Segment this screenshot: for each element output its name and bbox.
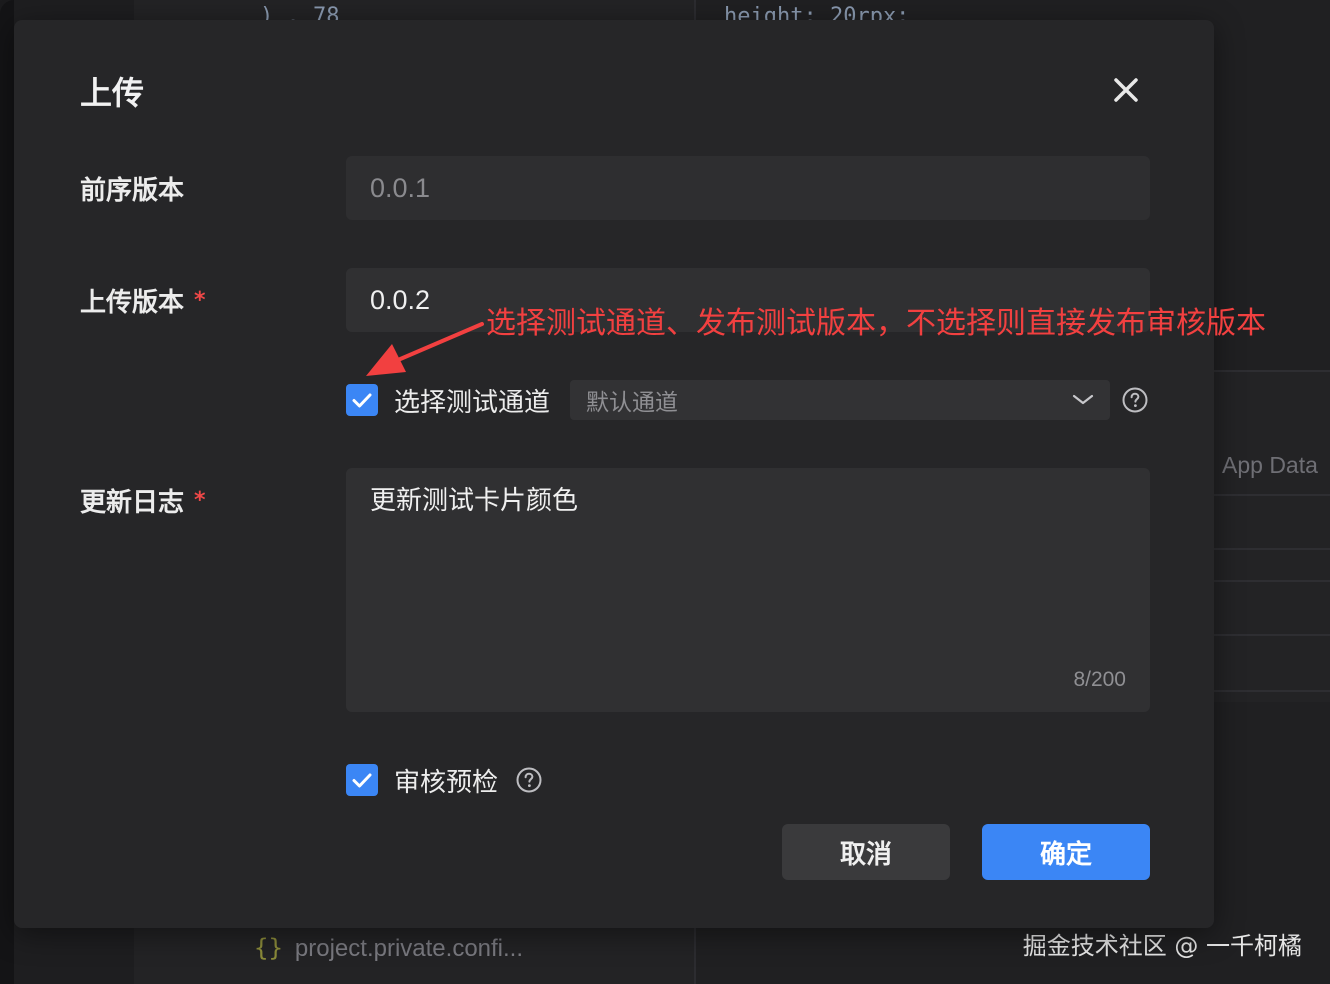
review-precheck-label[interactable]: 审核预检 — [394, 762, 498, 799]
upload-version-label-text: 上传版本 — [80, 288, 185, 318]
confirm-button[interactable]: 确定 — [982, 824, 1150, 880]
right-panel-divider — [1214, 494, 1330, 496]
test-channel-checkbox[interactable] — [346, 384, 378, 416]
screen: ) . 78 height: 20rpx; App Data {} project… — [0, 0, 1330, 984]
review-precheck-help-icon[interactable] — [516, 767, 542, 793]
previous-version-value: 0.0.1 — [370, 172, 431, 203]
close-button[interactable] — [1108, 72, 1144, 108]
upload-version-label: 上传版本 * — [80, 282, 206, 319]
test-channel-help-icon[interactable] — [1122, 387, 1148, 413]
changelog-label-text: 更新日志 — [80, 488, 185, 518]
changelog-value: 更新测试卡片颜色 — [370, 486, 579, 516]
right-panel — [1214, 370, 1330, 702]
window-edge — [0, 0, 15, 984]
changelog-textarea[interactable]: 更新测试卡片颜色 8/200 — [346, 468, 1150, 712]
required-mark: * — [194, 488, 206, 513]
right-panel-divider — [1214, 634, 1330, 636]
file-name: project.private.confi... — [294, 935, 524, 962]
file-tree-item[interactable]: {} project.private.confi... — [254, 934, 523, 963]
char-counter: 8/200 — [1073, 668, 1126, 691]
cancel-button[interactable]: 取消 — [782, 824, 950, 880]
checkmark-icon — [352, 393, 372, 408]
app-data-tab[interactable]: App Data — [1222, 452, 1318, 479]
right-panel-divider — [1214, 580, 1330, 582]
close-icon — [1114, 78, 1138, 102]
chevron-down-icon — [1072, 394, 1094, 405]
right-panel-divider — [1214, 548, 1330, 550]
watermark: 掘金技术社区 @ 一千柯橘 — [1022, 932, 1302, 960]
previous-version-field: 0.0.1 — [346, 156, 1150, 220]
changelog-label: 更新日志 * — [80, 482, 206, 519]
test-channel-label[interactable]: 选择测试通道 — [394, 382, 550, 419]
previous-version-label: 前序版本 — [80, 176, 185, 206]
right-panel-divider — [1214, 690, 1330, 692]
channel-select-value: 默认通道 — [586, 390, 678, 416]
annotation-text: 选择测试通道、发布测试版本，不选择则直接发布审核版本 — [486, 306, 1266, 341]
upload-dialog: 上传 前序版本 0.0.1 上传版本 * 0.0.2 选择测试通道 默认通道 更… — [14, 20, 1214, 928]
dialog-title: 上传 — [80, 74, 145, 112]
checkmark-icon — [352, 773, 372, 788]
channel-select[interactable]: 默认通道 — [570, 380, 1110, 420]
json-file-icon: {} — [254, 934, 283, 962]
upload-version-value: 0.0.2 — [370, 284, 431, 315]
review-precheck-checkbox[interactable] — [346, 764, 378, 796]
required-mark: * — [194, 288, 206, 313]
